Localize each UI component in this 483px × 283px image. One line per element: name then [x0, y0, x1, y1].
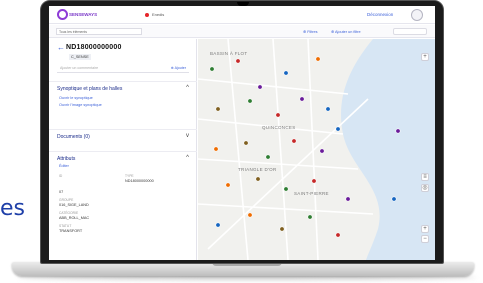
- object-id: ND18000000000: [66, 44, 122, 51]
- logo-icon[interactable]: [57, 9, 68, 20]
- map-marker[interactable]: [215, 106, 221, 112]
- layers-icon[interactable]: ≡: [421, 173, 429, 181]
- map-marker[interactable]: [215, 222, 221, 228]
- attributes-edit-link[interactable]: Éditer: [59, 164, 69, 168]
- map-marker[interactable]: [283, 186, 289, 192]
- locate-icon[interactable]: ◎: [421, 184, 429, 192]
- comment-placeholder: Ajouter un commentaire: [60, 66, 99, 70]
- synoptic-image-link[interactable]: Ouvrir l'image synoptique: [59, 103, 102, 107]
- synoptic-section: Synoptique et plans de halles ^ Ouvrir l…: [49, 81, 197, 117]
- zoom-out-icon[interactable]: −: [421, 235, 429, 243]
- map-marker[interactable]: [225, 182, 231, 188]
- view-toggle[interactable]: [393, 28, 427, 35]
- map-marker[interactable]: [335, 232, 341, 238]
- map-marker[interactable]: [311, 178, 317, 184]
- attribute-label: GROUPE: [59, 198, 74, 202]
- synoptic-link[interactable]: Ouvrir le synoptique: [59, 96, 93, 100]
- map-marker[interactable]: [307, 214, 313, 220]
- map-marker[interactable]: [283, 70, 289, 76]
- filters-button[interactable]: ⊕ Filtres: [303, 29, 318, 34]
- map-marker[interactable]: [247, 212, 253, 218]
- map-marker[interactable]: [335, 126, 341, 132]
- background-word: es: [0, 196, 25, 221]
- map-marker[interactable]: [257, 84, 263, 90]
- app-screen: SENSEWAYS Enedis Déconnexion Tous les él…: [49, 6, 435, 260]
- map-canvas[interactable]: [198, 39, 435, 260]
- synoptic-title[interactable]: Synoptique et plans de halles: [57, 86, 122, 92]
- documents-title[interactable]: Documents (0): [57, 134, 90, 140]
- comment-add-button[interactable]: ⊕ Ajouter: [171, 66, 186, 70]
- comment-field[interactable]: Ajouter un commentaire ⊕ Ajouter: [57, 64, 189, 73]
- brand-name[interactable]: SENSEWAYS: [69, 12, 97, 17]
- element-selector[interactable]: Tous les éléments: [56, 28, 142, 35]
- attribute-label: TYPE: [125, 174, 134, 178]
- environment-dot-icon: [145, 13, 149, 17]
- district-label: BASSIN À FLOT: [210, 51, 248, 56]
- chevron-down-icon[interactable]: v: [186, 133, 189, 139]
- map-marker[interactable]: [345, 196, 351, 202]
- map-marker[interactable]: [279, 226, 285, 232]
- chevron-up-icon[interactable]: ^: [186, 155, 189, 161]
- app-header: SENSEWAYS Enedis Déconnexion: [49, 6, 435, 24]
- zoom-in-icon[interactable]: +: [421, 225, 429, 233]
- attribute-label: STATUT: [59, 224, 72, 228]
- user-avatar[interactable]: [411, 9, 423, 21]
- attribute-value: ND18000000000: [125, 179, 154, 183]
- add-filter-button[interactable]: ⊕ Ajouter un filtre: [331, 29, 361, 34]
- map-view[interactable]: BASSIN À FLOT QUINCONCES TRIANGLE D'OR S…: [198, 39, 435, 260]
- laptop-base: [12, 262, 474, 276]
- map-marker[interactable]: [325, 106, 331, 112]
- map-marker[interactable]: [213, 146, 219, 152]
- map-marker[interactable]: [395, 128, 401, 134]
- chevron-up-icon[interactable]: ^: [186, 85, 189, 91]
- attributes-section: Attributs ^ Éditer ID TYPE ND18000000000…: [49, 151, 197, 260]
- map-marker[interactable]: [291, 138, 297, 144]
- map-marker[interactable]: [275, 112, 281, 118]
- attribute-value: ABB_ROLL_MAC: [59, 216, 90, 220]
- district-label: SAINT-PIERRE: [294, 191, 329, 196]
- documents-section: Documents (0) v: [49, 129, 197, 149]
- map-marker[interactable]: [247, 98, 253, 104]
- map-marker[interactable]: [315, 56, 321, 62]
- map-marker[interactable]: [265, 154, 271, 160]
- app-toolbar: Tous les éléments ⊕ Filtres ⊕ Ajouter un…: [49, 25, 435, 38]
- district-label: QUINCONCES: [262, 125, 296, 130]
- district-label: TRIANGLE D'OR: [238, 167, 277, 172]
- back-arrow-icon[interactable]: ←: [57, 43, 65, 52]
- map-marker[interactable]: [299, 96, 305, 102]
- attribute-value: 07: [59, 190, 64, 194]
- attribute-value: TRANSFORT: [59, 229, 83, 233]
- laptop-lid: SENSEWAYS Enedis Déconnexion Tous les él…: [40, 0, 444, 264]
- map-marker[interactable]: [243, 140, 249, 146]
- map-marker[interactable]: [255, 176, 261, 182]
- attribute-label: ID: [59, 174, 63, 178]
- element-selector-value: Tous les éléments: [59, 30, 88, 34]
- map-marker[interactable]: [209, 66, 215, 72]
- logout-link[interactable]: Déconnexion: [367, 12, 393, 17]
- attribute-label: CATÉGORIE: [59, 211, 79, 215]
- environment-label[interactable]: Enedis: [152, 12, 164, 17]
- zoom-in-icon[interactable]: +: [421, 53, 429, 61]
- map-marker[interactable]: [391, 196, 397, 202]
- map-marker[interactable]: [319, 148, 325, 154]
- attributes-title[interactable]: Attributs: [57, 156, 75, 162]
- object-badge: C_SENSE: [69, 54, 91, 60]
- map-marker[interactable]: [235, 58, 241, 64]
- detail-panel: ← ND18000000000 C_SENSE Ajouter un comme…: [49, 39, 197, 260]
- attribute-value: 016_SIGE_LAND: [59, 203, 89, 207]
